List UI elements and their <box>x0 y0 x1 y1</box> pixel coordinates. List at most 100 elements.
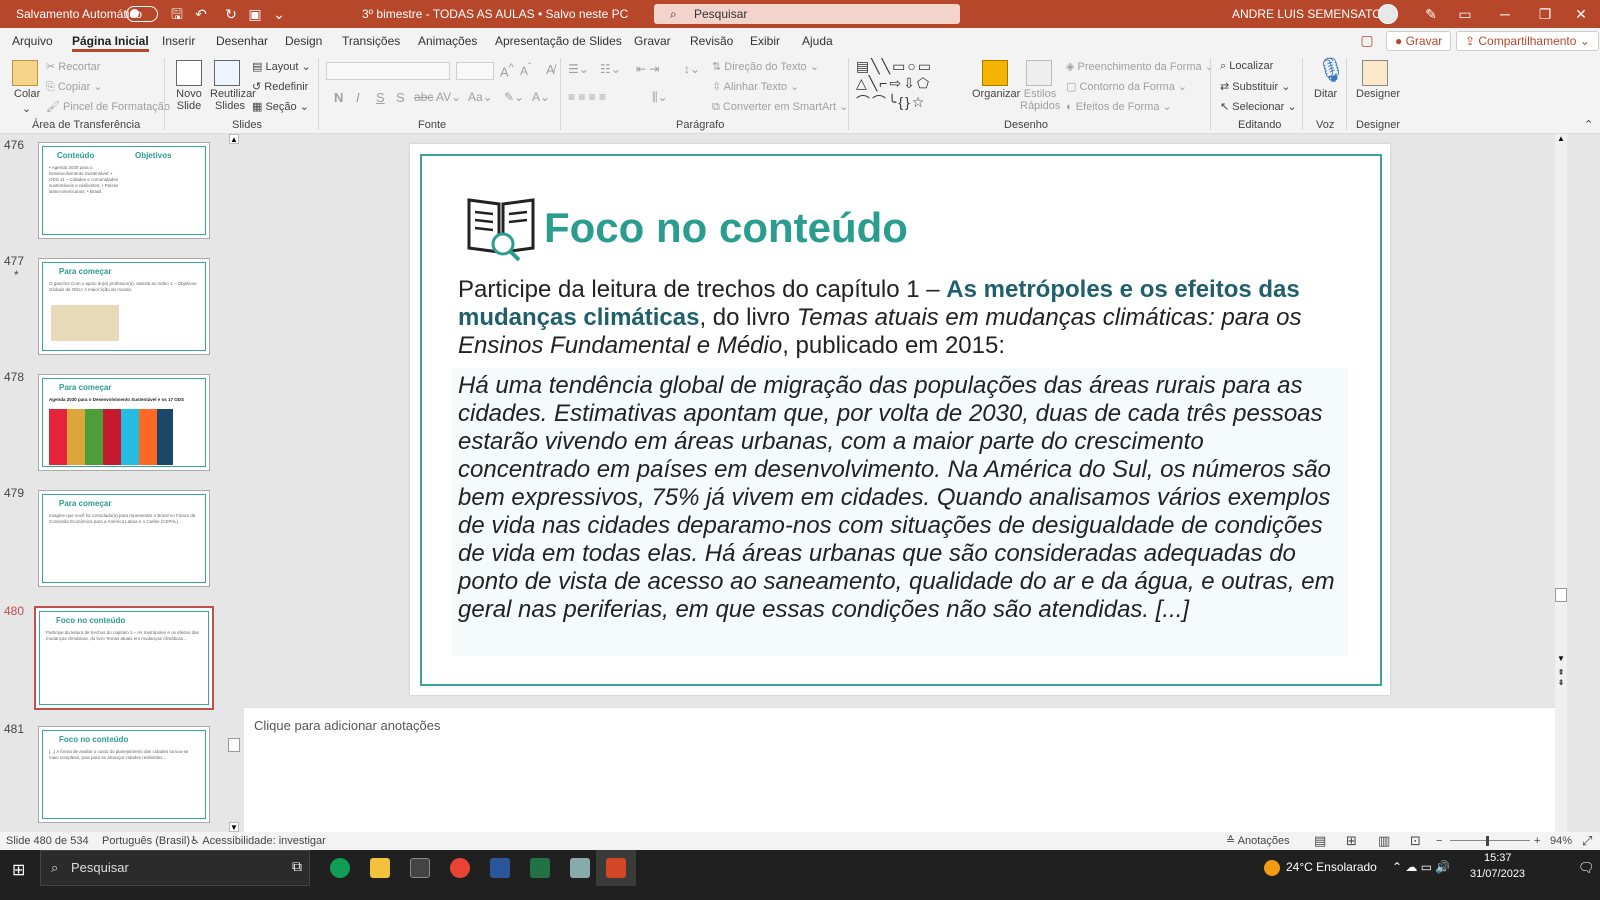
tab-pagina-inicial[interactable]: Página Inicial <box>72 28 149 54</box>
designer-button[interactable]: Designer <box>1356 88 1400 100</box>
clock-date[interactable]: 31/07/2023 <box>1470 868 1525 880</box>
italic-button[interactable]: I <box>356 90 360 105</box>
slide-thumbnail-476[interactable]: Conteúdo Objetivos • Agenda 2030 para o … <box>38 142 210 239</box>
tab-desenhar[interactable]: Desenhar <box>216 28 268 54</box>
reuse-slides-button[interactable]: Reutilizar Slides <box>210 88 256 112</box>
slide-canvas[interactable]: Foco no conteúdo Participe da leitura de… <box>410 144 1390 695</box>
char-spacing-icon[interactable]: AV⌄ <box>436 90 461 104</box>
language-status[interactable]: Português (Brasil) <box>102 832 190 850</box>
word-icon[interactable] <box>490 858 510 878</box>
slide-thumbnail-480[interactable]: Foco no conteúdo Participe da leitura de… <box>34 606 214 710</box>
edge-icon[interactable] <box>330 858 350 878</box>
cut-button[interactable]: ✂ Recortar <box>46 60 100 73</box>
smartart-button[interactable]: ⧉ Converter em SmartArt ⌄ <box>712 100 848 114</box>
new-slide-button[interactable]: Novo Slide <box>172 88 206 112</box>
weather-icon[interactable] <box>1264 860 1280 876</box>
reset-button[interactable]: ↺ Redefinir <box>252 80 308 93</box>
select-button[interactable]: ↖ Selecionar ⌄ <box>1220 100 1297 113</box>
scroll-thumb[interactable] <box>228 738 240 752</box>
tab-arquivo[interactable]: Arquivo <box>12 28 53 54</box>
tab-revisao[interactable]: Revisão <box>690 28 733 54</box>
normal-view-icon[interactable]: ▤ <box>1314 832 1326 850</box>
store-icon[interactable] <box>410 858 430 878</box>
highlight-icon[interactable]: ✎⌄ <box>504 90 524 104</box>
zoom-slider-handle[interactable] <box>1486 836 1489 846</box>
redo-icon[interactable]: ↻ <box>222 0 240 28</box>
quote-block[interactable]: Há uma tendência global de migração das … <box>452 368 1348 656</box>
text-direction-button[interactable]: ⇅ Direção do Texto ⌄ <box>712 60 819 73</box>
font-size-select[interactable] <box>456 62 494 80</box>
tray-icons[interactable]: ⌃ ☁ ▭ 🔊 <box>1392 860 1450 874</box>
indent-icons[interactable]: ⇤ ⇥ <box>636 62 659 76</box>
comments-icon[interactable]: ▢ <box>1358 32 1376 49</box>
section-button[interactable]: ▦ Seção ⌄ <box>252 100 309 113</box>
editor-scrollbar[interactable]: ▲ ▼ ⇞ ⇟ <box>1555 134 1567 832</box>
present-icon[interactable]: ▣ <box>246 0 264 28</box>
align-icons[interactable]: ≡ ≡ ≡ ≡ <box>568 90 606 104</box>
tab-gravar[interactable]: Gravar <box>634 28 671 54</box>
paste-button[interactable]: Colar <box>14 88 40 100</box>
avatar[interactable] <box>1378 4 1398 24</box>
save-icon[interactable]: 🖫 <box>168 0 186 28</box>
replace-button[interactable]: ⇄ Substituir ⌄ <box>1220 80 1290 93</box>
tab-animacoes[interactable]: Animações <box>418 28 477 54</box>
scroll-down-icon[interactable]: ▼ <box>1556 654 1566 664</box>
task-view-icon[interactable]: ⧉ <box>292 858 302 875</box>
slide-sorter-icon[interactable]: ⊞ <box>1346 832 1357 850</box>
line-spacing-icon[interactable]: ↕⌄ <box>684 62 700 76</box>
slide-title[interactable]: Foco no conteúdo <box>544 204 908 252</box>
close-icon[interactable]: ✕ <box>1572 0 1590 28</box>
clock-time[interactable]: 15:37 <box>1484 852 1512 864</box>
prev-next-slide-icon[interactable]: ⇞ ⇟ <box>1556 668 1566 688</box>
ribbon-display-icon[interactable]: ▭ <box>1456 0 1474 28</box>
shape-outline-button[interactable]: ▢ Contorno da Forma ⌄ <box>1066 80 1187 93</box>
shadow-button[interactable]: S <box>396 90 405 105</box>
taskbar-search[interactable]: ⌕ Pesquisar <box>40 850 310 886</box>
quick-styles-button[interactable]: Estilos Rápidos <box>1020 88 1060 112</box>
tab-ajuda[interactable]: Ajuda <box>802 28 833 54</box>
slide-thumbnail-481[interactable]: Foco no conteúdo [...] A forma de avalia… <box>38 726 210 823</box>
font-family-select[interactable] <box>326 62 450 80</box>
tab-inserir[interactable]: Inserir <box>162 28 195 54</box>
pen-icon[interactable]: ✎ <box>1422 0 1440 28</box>
slide-thumbnail-479[interactable]: Para começar Imagine que você foi convid… <box>38 490 210 587</box>
scroll-down-icon[interactable]: ▼ <box>229 822 239 832</box>
tab-transicoes[interactable]: Transições <box>342 28 400 54</box>
slideshow-icon[interactable]: ⊡ <box>1410 832 1421 850</box>
minimize-icon[interactable]: ─ <box>1496 0 1514 28</box>
slide-thumbnail-477[interactable]: Para começar O gancho! Com o apoio do(a)… <box>38 258 210 355</box>
maximize-icon[interactable]: ❐ <box>1536 0 1554 28</box>
collapse-ribbon-icon[interactable]: ⌃ <box>1584 118 1593 131</box>
tab-design[interactable]: Design <box>285 28 322 54</box>
columns-icon[interactable]: ⫼⌄ <box>652 90 668 105</box>
designer-icon[interactable] <box>1362 60 1388 86</box>
windows-start-icon[interactable]: ⊞ <box>12 860 25 880</box>
find-button[interactable]: ⌕ Localizar <box>1220 60 1273 73</box>
arrange-button[interactable]: Organizar <box>972 88 1020 100</box>
new-slide-icon[interactable] <box>176 60 202 86</box>
increase-font-icon[interactable]: A^ <box>500 62 514 79</box>
microphone-icon[interactable]: 🎙 <box>1316 56 1346 85</box>
dictate-button[interactable]: Ditar <box>1314 88 1337 100</box>
shapes-gallery[interactable]: ▤╲╲▭○▭ △╲⌐⇨⇩⬠ ⌒⌒╰{}☆ <box>856 58 933 112</box>
bold-button[interactable]: N <box>334 90 343 105</box>
notes-toggle[interactable]: ≙ Anotações <box>1226 832 1290 850</box>
share-button[interactable]: ⇪ Compartilhamento ⌄ <box>1456 31 1599 51</box>
notes-pane[interactable]: Clique para adicionar anotações <box>244 707 1555 832</box>
weather-text[interactable]: 24°C Ensolarado <box>1286 860 1377 874</box>
paste-icon[interactable] <box>12 60 38 86</box>
format-painter-button[interactable]: 🖌 Pincel de Formatação <box>46 100 170 113</box>
underline-button[interactable]: S <box>376 90 385 105</box>
app-icon[interactable] <box>570 858 590 878</box>
search-box[interactable]: ⌕ Pesquisar <box>654 4 960 24</box>
excel-icon[interactable] <box>530 858 550 878</box>
bullets-icon[interactable]: ☰⌄ <box>568 62 589 76</box>
slide-thumbnail-478[interactable]: Para começar Agenda 2030 para o Desenvol… <box>38 374 210 471</box>
layout-button[interactable]: ▤ Layout ⌄ <box>252 60 311 73</box>
shape-fill-button[interactable]: ◈ Preenchimento da Forma ⌄ <box>1066 60 1214 73</box>
zoom-level[interactable]: 94% <box>1550 832 1572 850</box>
notification-icon[interactable]: 🗨 <box>1578 860 1595 876</box>
font-color-icon[interactable]: A⌄ <box>532 90 550 104</box>
powerpoint-icon[interactable] <box>606 858 626 878</box>
decrease-font-icon[interactable]: Aˇ <box>520 62 531 78</box>
